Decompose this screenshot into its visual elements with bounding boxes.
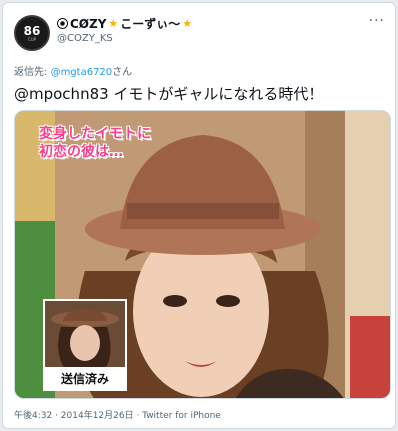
photo-caption: 変身したイモトに 初恋の彼は… (39, 126, 151, 160)
avatar[interactable]: 86 CUP (14, 15, 50, 51)
display-name-prefix: CØZY (70, 16, 107, 31)
tweet-timestamp[interactable]: 午後4:32 · 2014年12月26日 · Twitter for iPhon… (14, 408, 221, 421)
display-name-suffix: こーずぃ〜 (120, 17, 181, 31)
star-icon: ★ (182, 17, 193, 30)
inset-label: 送信済み (45, 367, 125, 389)
tweet-text: @mpochn83 イモトがギャルになれる時代！ (14, 85, 324, 103)
reply-suffix: さん (112, 67, 133, 78)
user-handle[interactable]: @COZY_KS (57, 33, 113, 44)
inset-photo: 送信済み (43, 299, 127, 391)
avatar-subtext: CUP (27, 36, 37, 42)
reply-mention-link[interactable]: @mgta6720 (51, 67, 113, 78)
tweet-photo[interactable]: 変身したイモトに 初恋の彼は… 送信済み (14, 110, 391, 399)
star-icon: ★ (108, 17, 119, 30)
soccer-ball-icon (57, 18, 68, 29)
display-name[interactable]: CØZY ★ こーずぃ〜 ★ (57, 15, 192, 32)
tweet-card: 86 CUP CØZY ★ こーずぃ〜 ★ @COZY_KS ··· 返信先: … (2, 2, 396, 429)
avatar-number: 86 (23, 23, 41, 38)
reply-to-line: 返信先: @mgta6720さん (14, 63, 132, 78)
more-options-icon[interactable]: ··· (369, 13, 385, 29)
reply-prefix: 返信先: (14, 67, 51, 78)
